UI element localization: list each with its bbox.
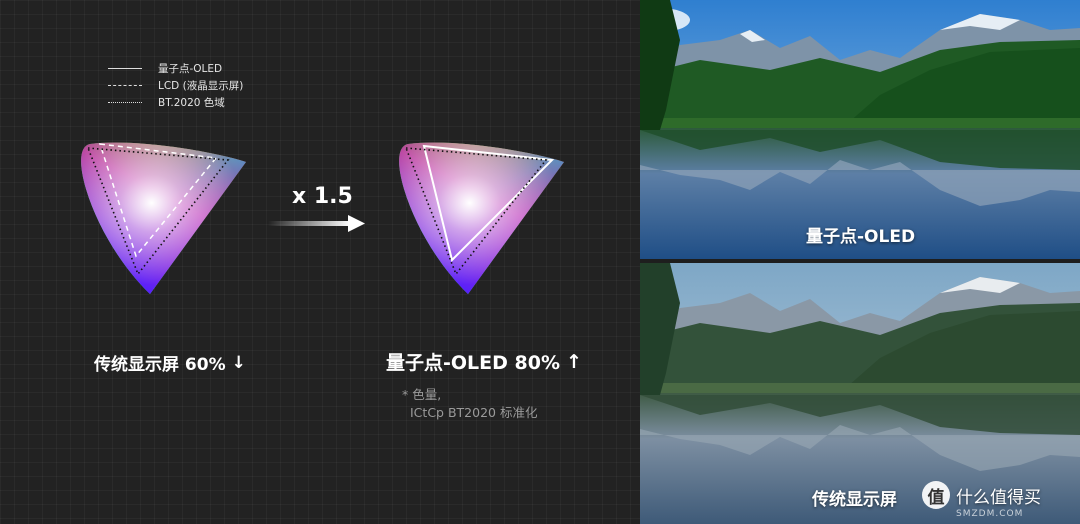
dotted-line-icon: [108, 102, 142, 103]
watermark-text: 什么值得买: [956, 487, 1041, 508]
solid-line-icon: [108, 68, 142, 69]
traditional-display-caption: 传统显示屏 60% ↓: [94, 350, 246, 376]
qd-oled-gamut-diagram: [399, 142, 564, 294]
footnote: * 色量, ICtCp BT2020 标准化: [402, 386, 537, 422]
down-arrow-icon: ↓: [231, 352, 246, 373]
legend-item-qd-oled: 量子点-OLED: [108, 60, 243, 77]
legend-item-lcd: LCD (液晶显示屏): [108, 77, 243, 94]
smzdm-watermark: 值 什么值得买: [922, 481, 1041, 509]
legend-label: BT.2020 色域: [158, 97, 225, 109]
dashed-line-icon: [108, 85, 142, 86]
traditional-photo-label: 传统显示屏: [812, 490, 897, 510]
qd-oled-landscape-photo: 量子点-OLED: [640, 0, 1080, 259]
footnote-line-1: * 色量,: [402, 387, 442, 402]
legend-label: LCD (液晶显示屏): [158, 80, 244, 92]
legend-item-bt2020: BT.2020 色域: [108, 94, 243, 111]
legend: 量子点-OLED LCD (液晶显示屏) BT.2020 色域: [108, 60, 243, 111]
footnote-line-2: ICtCp BT2020 标准化: [410, 405, 538, 420]
caption-text: 量子点-OLED 80%: [386, 352, 560, 374]
lcd-gamut-diagram: [81, 142, 246, 294]
gamut-comparison-panel: 量子点-OLED LCD (液晶显示屏) BT.2020 色域 x 1.5 传统…: [0, 0, 640, 524]
gamut-multiplier: x 1.5: [292, 184, 353, 209]
up-arrow-icon: ↑: [566, 350, 582, 373]
right-arrow-icon: [268, 215, 365, 232]
watermark-sub: SMZDM.COM: [956, 509, 1024, 519]
smzdm-logo-icon: 值: [922, 481, 950, 509]
legend-label: 量子点-OLED: [158, 63, 223, 75]
traditional-landscape-photo: 传统显示屏 值 什么值得买 SMZDM.COM: [640, 263, 1080, 524]
lake-landscape-image: [640, 0, 1080, 259]
caption-text: 传统显示屏 60%: [94, 355, 226, 375]
qd-oled-caption: 量子点-OLED 80% ↑: [386, 348, 582, 375]
qd-oled-photo-label: 量子点-OLED: [806, 227, 916, 247]
